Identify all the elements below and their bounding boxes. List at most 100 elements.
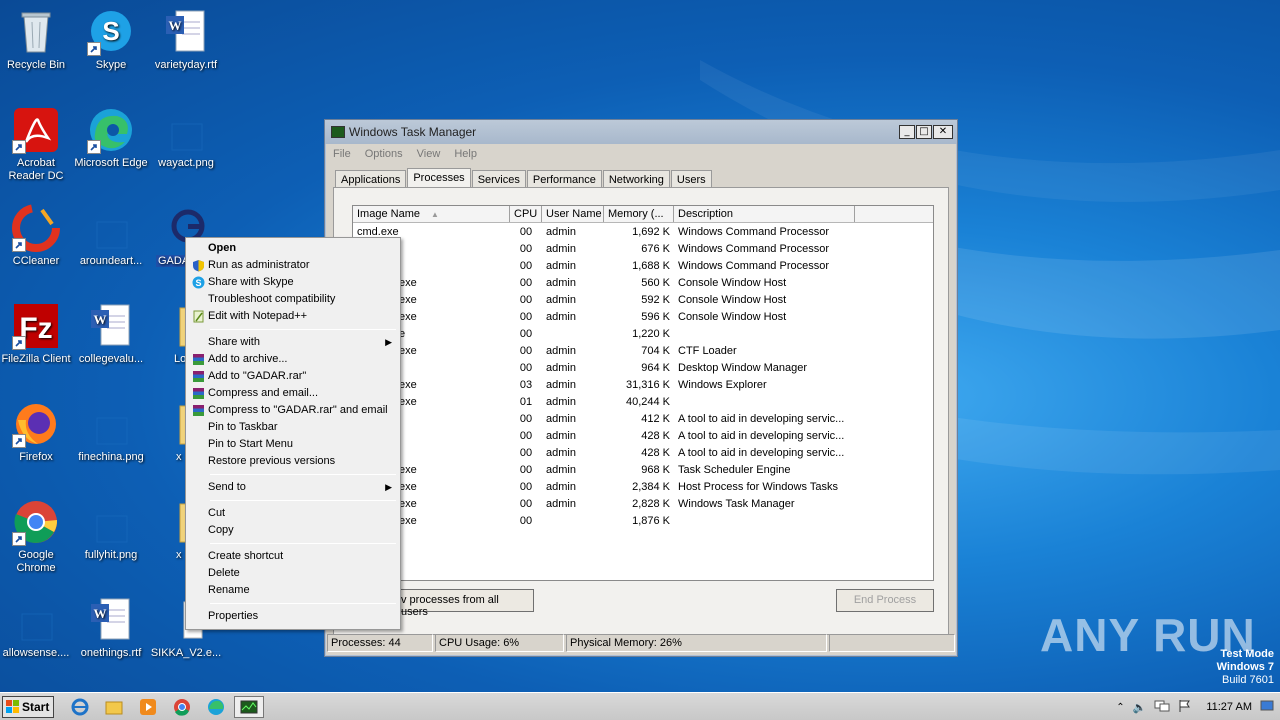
menu-item-open[interactable]: Open <box>188 240 398 257</box>
desktop-icon-fullyhit[interactable]: fullyhit.png <box>73 498 149 562</box>
process-list[interactable]: Image Name ▲ CPU User Name Memory (... D… <box>352 205 934 581</box>
table-row[interactable]: 00 admin 428 K A tool to aid in developing … <box>353 444 933 461</box>
menu-file[interactable]: File <box>333 148 351 160</box>
column-cpu[interactable]: CPU <box>510 206 542 222</box>
table-row[interactable]: 00 admin 964 K Desktop Window Manager <box>353 359 933 376</box>
table-row[interactable]: exe 00 admin 560 K Console Window Host <box>353 274 933 291</box>
menu-item-edit-with-notepad[interactable]: Edit with Notepad++ <box>188 308 398 325</box>
desktop-icon-onethings[interactable]: W onethings.rtf <box>73 596 149 660</box>
table-row[interactable]: 00 admin 676 K Windows Command Processor <box>353 240 933 257</box>
start-button[interactable]: Start <box>2 696 54 718</box>
ie-taskbar-icon[interactable] <box>70 697 90 717</box>
media-player-taskbar-icon[interactable] <box>138 697 158 717</box>
desktop-icon-acrobat[interactable]: Acrobat Reader DC <box>0 106 74 183</box>
clock[interactable]: 11:27 AM <box>1206 701 1252 713</box>
shortcut-arrow-icon <box>12 238 26 252</box>
menu-bar: File Options View Help <box>325 144 957 164</box>
menu-item-cut[interactable]: Cut <box>188 505 398 522</box>
column-user-name[interactable]: User Name <box>542 206 604 222</box>
table-row[interactable]: 00 admin 412 K A tool to aid in developing … <box>353 410 933 427</box>
desktop-icon-chrome[interactable]: Google Chrome <box>0 498 74 575</box>
menu-help[interactable]: Help <box>454 148 477 160</box>
table-row[interactable]: cmd.exe 00 admin 1,692 K Windows Command Pro… <box>353 223 933 240</box>
menu-item-properties[interactable]: Properties <box>188 608 398 625</box>
table-row[interactable]: exe 01 admin 40,244 K <box>353 393 933 410</box>
maximize-button[interactable]: □ <box>916 125 932 139</box>
task-manager-taskbar-icon[interactable] <box>234 696 264 718</box>
menu-item-label: Open <box>208 242 237 254</box>
desktop-icon-allowsense[interactable]: allowsense.... <box>0 596 74 660</box>
network-icon[interactable] <box>1154 699 1170 716</box>
menu-item-copy[interactable]: Copy <box>188 522 398 539</box>
tab-processes[interactable]: Processes <box>407 168 471 189</box>
table-row[interactable]: 00 admin 1,688 K Windows Command Processor <box>353 257 933 274</box>
process-description: Windows Task Manager <box>678 497 795 510</box>
process-user: admin <box>546 497 576 510</box>
table-row[interactable]: e 00 1,220 K <box>353 325 933 342</box>
show-desktop-icon[interactable] <box>1260 700 1274 715</box>
menu-item-rename[interactable]: Rename <box>188 582 398 599</box>
desktop-icon-finechina[interactable]: finechina.png <box>73 400 149 464</box>
menu-item-label: Cut <box>208 507 226 519</box>
chrome-taskbar-icon[interactable] <box>172 697 192 717</box>
menu-item-compress-and-email[interactable]: Compress and email... <box>188 385 398 402</box>
table-row[interactable]: exe 00 admin 2,828 K Windows Task Manager <box>353 495 933 512</box>
menu-item-run-as-administrator[interactable]: Run as administrator <box>188 257 398 274</box>
desktop-icon-recycle-bin[interactable]: Recycle Bin <box>0 8 74 72</box>
table-row[interactable]: exe 00 1,876 K <box>353 512 933 529</box>
edge-taskbar-icon[interactable] <box>206 697 226 717</box>
menu-item-troubleshoot-compatibility[interactable]: Troubleshoot compatibility <box>188 291 398 308</box>
menu-item-share-with-skype[interactable]: S Share with Skype <box>188 274 398 291</box>
explorer-taskbar-icon[interactable] <box>104 697 124 717</box>
menu-item-send-to[interactable]: Send to ▶ <box>188 479 398 496</box>
menu-item-pin-to-taskbar[interactable]: Pin to Taskbar <box>188 419 398 436</box>
desktop-icon-skype[interactable]: S Skype <box>73 8 149 72</box>
svg-text:W: W <box>94 312 107 327</box>
menu-view[interactable]: View <box>417 148 441 160</box>
firefox-icon <box>12 400 60 448</box>
menu-item-share-with[interactable]: Share with ▶ <box>188 334 398 351</box>
process-user: admin <box>546 361 576 374</box>
table-row[interactable]: exe 00 admin 592 K Console Window Host <box>353 291 933 308</box>
title-bar[interactable]: Windows Task Manager _ □ ✕ <box>325 120 957 144</box>
process-cpu: 01 <box>519 395 533 408</box>
menu-item-restore-previous-versions[interactable]: Restore previous versions <box>188 453 398 470</box>
desktop-icon-firefox[interactable]: Firefox <box>0 400 74 464</box>
menu-item-create-shortcut[interactable]: Create shortcut <box>188 548 398 565</box>
show-all-processes-button[interactable]: v processes from all users <box>384 589 534 618</box>
table-row[interactable]: exe 00 admin 596 K Console Window Host <box>353 308 933 325</box>
menu-item-add-to-archive[interactable]: Add to archive... <box>188 351 398 368</box>
process-user: admin <box>546 463 576 476</box>
desktop-icon-wayact[interactable]: wayact.png <box>148 106 224 170</box>
column-memory[interactable]: Memory (... <box>604 206 674 222</box>
menu-item-compress-to-gadar-rar-and-email[interactable]: Compress to "GADAR.rar" and email <box>188 402 398 419</box>
process-user: admin <box>546 242 576 255</box>
desktop-icon-varietyday[interactable]: W varietyday.rtf <box>148 8 224 72</box>
task-manager-icon <box>331 126 345 138</box>
end-process-button[interactable]: End Process <box>836 589 934 612</box>
desktop-icon-label: finechina.png <box>78 451 144 463</box>
action-center-flag-icon[interactable] <box>1178 699 1192 716</box>
table-row[interactable]: exe 00 admin 2,384 K Host Process for Window… <box>353 478 933 495</box>
column-description[interactable]: Description <box>674 206 855 222</box>
desktop-icon-edge[interactable]: Microsoft Edge <box>73 106 149 170</box>
menu-item-delete[interactable]: Delete <box>188 565 398 582</box>
desktop-icon-filezilla[interactable]: Fz FileZilla Client <box>0 302 74 366</box>
menu-item-pin-to-start-menu[interactable]: Pin to Start Menu <box>188 436 398 453</box>
menu-options[interactable]: Options <box>365 148 403 160</box>
tray-expand-icon[interactable]: ⌃ <box>1116 702 1124 713</box>
close-button[interactable]: ✕ <box>933 125 953 139</box>
menu-item-add-to-gadar-rar[interactable]: Add to "GADAR.rar" <box>188 368 398 385</box>
table-row[interactable]: exe 03 admin 31,316 K Windows Explorer <box>353 376 933 393</box>
table-row[interactable]: exe 00 admin 704 K CTF Loader <box>353 342 933 359</box>
process-cpu: 00 <box>519 480 533 493</box>
acrobat-icon <box>12 106 60 154</box>
table-row[interactable]: 00 admin 428 K A tool to aid in developing … <box>353 427 933 444</box>
desktop-icon-collegevalu[interactable]: W collegevalu... <box>73 302 149 366</box>
desktop-icon-aroundeart[interactable]: aroundeart... <box>73 204 149 268</box>
desktop-icon-ccleaner[interactable]: CCleaner <box>0 204 74 268</box>
minimize-button[interactable]: _ <box>899 125 915 139</box>
table-row[interactable]: exe 00 admin 968 K Task Scheduler Engine <box>353 461 933 478</box>
column-image-name[interactable]: Image Name ▲ <box>353 206 510 222</box>
volume-icon[interactable]: 🔈 <box>1133 701 1147 714</box>
